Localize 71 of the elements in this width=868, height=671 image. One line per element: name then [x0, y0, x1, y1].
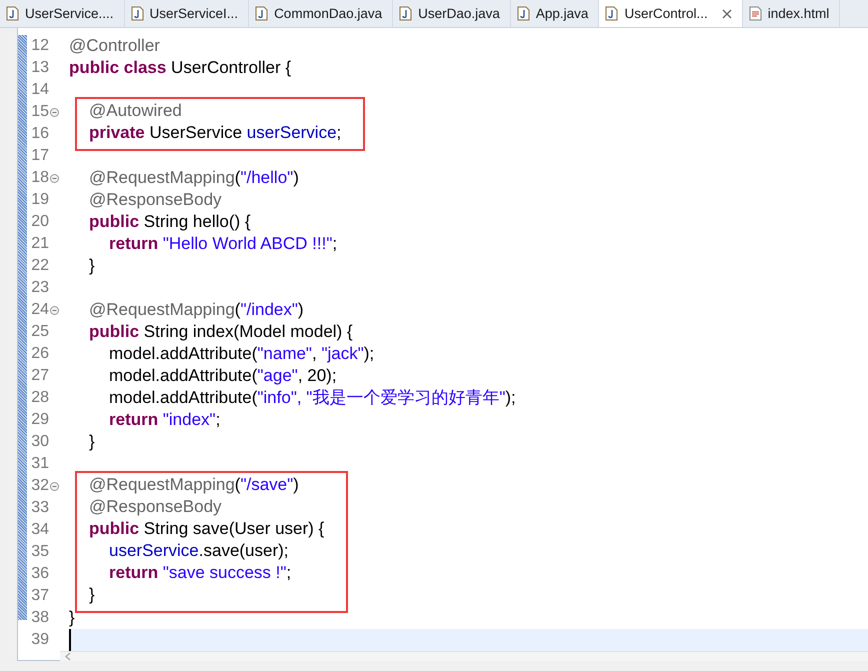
code-line: model.addAttribute("name", "jack"); — [108, 343, 376, 365]
code-line: @RequestMapping("/index") — [88, 299, 305, 321]
code-line: @Controller — [69, 35, 161, 57]
code-line: public String index(Model model) { — [88, 321, 354, 343]
code-line: model.addAttribute("info", "我是一个爱学习的好青年"); — [108, 387, 517, 409]
editor-tab[interactable]: UserControl... — [599, 0, 743, 27]
line-number: 27 — [30, 367, 49, 385]
code-line: @RequestMapping("/save") — [88, 474, 300, 496]
code-line: private UserService userService; — [88, 122, 342, 144]
line-number: 12 — [30, 37, 49, 55]
close-icon[interactable] — [722, 8, 732, 18]
java-file-icon — [6, 6, 19, 21]
code-line: return "Hello World ABCD !!!"; — [108, 233, 338, 255]
code-line: return "save success !"; — [108, 562, 292, 584]
line-number: 35 — [30, 543, 49, 561]
code-line: } — [88, 431, 96, 453]
java-file-icon — [255, 6, 268, 21]
editor-tab[interactable]: index.html — [742, 0, 840, 27]
line-number: 15 — [30, 103, 49, 121]
line-number: 38 — [30, 609, 49, 627]
code-line: public String hello() { — [88, 211, 252, 233]
line-number: 29 — [30, 411, 49, 429]
code-line: model.addAttribute("age", 20); — [108, 365, 338, 387]
line-number: 32 — [30, 477, 49, 495]
code-line: @RequestMapping("/hello") — [88, 167, 300, 189]
code-line: @ResponseBody — [88, 189, 223, 211]
text-caret — [69, 629, 71, 651]
code-line: userService.save(user); — [108, 540, 290, 562]
line-number: 33 — [30, 499, 49, 517]
line-number: 34 — [30, 521, 49, 539]
code-line: public String save(User user) { — [88, 518, 324, 540]
java-file-icon — [605, 6, 618, 21]
horizontal-scrollbar[interactable] — [60, 651, 868, 661]
collapse-icon[interactable] — [50, 482, 59, 490]
line-number: 17 — [30, 147, 49, 165]
line-number: 24 — [30, 301, 49, 319]
line-number: 21 — [30, 235, 49, 253]
line-number: 39 — [30, 631, 49, 649]
code-line: } — [88, 255, 96, 277]
line-number: 22 — [30, 257, 49, 275]
code-line: @Autowired — [88, 100, 183, 122]
html-file-icon — [748, 6, 762, 21]
code-line: } — [69, 607, 76, 629]
java-file-icon — [130, 6, 144, 21]
line-number: 18 — [30, 169, 49, 187]
java-file-icon — [516, 6, 530, 21]
line-number: 31 — [30, 455, 49, 473]
editor-tab[interactable]: CommonDao.java — [249, 0, 394, 27]
line-number: 14 — [30, 81, 49, 99]
code-line: } — [88, 584, 96, 606]
code-line: return "index"; — [108, 409, 222, 431]
editor-tab[interactable]: UserServiceI... — [124, 0, 250, 27]
collapse-icon[interactable] — [50, 174, 59, 182]
line-number: 28 — [30, 389, 49, 407]
editor-tab[interactable]: UserService.... — [0, 0, 125, 27]
java-file-icon — [399, 6, 412, 21]
collapse-icon[interactable] — [50, 108, 59, 116]
line-number: 13 — [30, 59, 49, 77]
line-number: 20 — [30, 213, 49, 231]
line-number: 16 — [30, 125, 49, 143]
line-number: 36 — [30, 565, 49, 583]
line-number: 26 — [30, 345, 49, 363]
line-number: 25 — [30, 323, 49, 341]
line-number: 30 — [30, 433, 49, 451]
collapse-icon[interactable] — [50, 306, 59, 314]
code-line: public class UserController { — [69, 57, 292, 79]
line-number: 19 — [30, 191, 49, 209]
line-number: 23 — [30, 279, 49, 297]
editor-tab[interactable]: UserDao.java — [393, 0, 511, 27]
code-line: @ResponseBody — [88, 496, 223, 518]
line-number: 37 — [30, 587, 49, 605]
